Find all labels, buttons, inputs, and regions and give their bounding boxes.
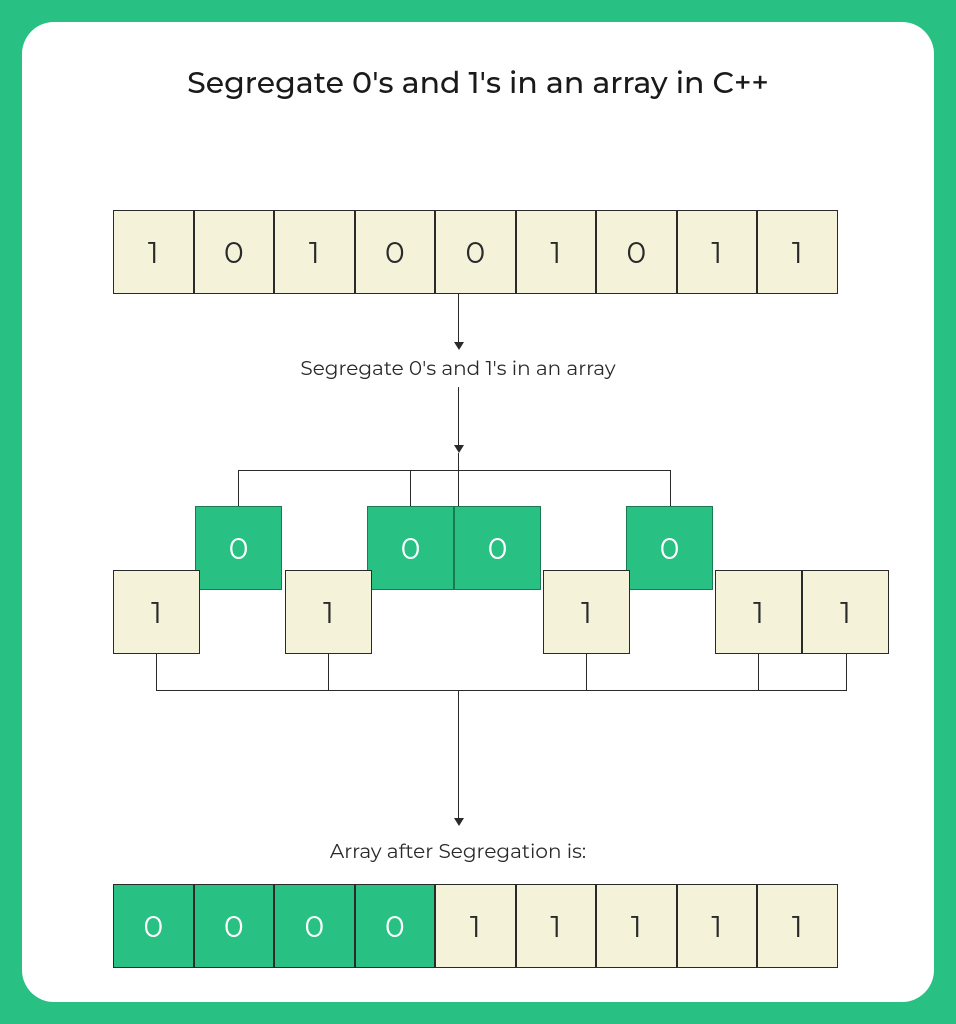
array-cell: 0	[435, 210, 516, 294]
array-cell: 1	[757, 884, 838, 968]
array-cell: 0	[355, 884, 436, 968]
connector-line	[758, 654, 759, 690]
input-array: 1 0 1 0 0 1 0 1 1	[113, 210, 838, 294]
arrow-down-icon	[454, 445, 464, 453]
arrow-down-icon	[454, 342, 464, 350]
connector-line	[328, 654, 329, 690]
connector-line	[238, 470, 239, 506]
step-label: Segregate 0's and 1's in an array	[258, 357, 658, 381]
placeholder-cell	[372, 570, 543, 654]
output-array: 0 0 0 0 1 1 1 1 1	[113, 884, 838, 968]
page-title: Segregate 0's and 1's in an array in C++	[22, 22, 934, 101]
ones-row: 1 1 1 1 1	[113, 570, 889, 654]
array-cell: 1	[113, 210, 194, 294]
connector-line	[238, 470, 670, 471]
array-cell: 1	[677, 884, 758, 968]
array-cell: 0	[113, 884, 194, 968]
array-cell: 1	[516, 884, 597, 968]
placeholder-cell	[630, 570, 715, 654]
connector-line	[410, 470, 411, 506]
array-cell-one: 1	[113, 570, 200, 654]
arrow-line	[458, 387, 459, 447]
array-cell: 0	[194, 884, 275, 968]
array-cell: 0	[355, 210, 436, 294]
array-cell-one: 1	[802, 570, 889, 654]
connector-line	[586, 654, 587, 690]
connector-line	[458, 453, 459, 506]
output-label: Array after Segregation is:	[258, 840, 658, 864]
placeholder-cell	[200, 570, 285, 654]
array-cell-one: 1	[543, 570, 630, 654]
array-cell-one: 1	[715, 570, 802, 654]
arrow-line	[458, 294, 459, 344]
array-cell: 1	[757, 210, 838, 294]
array-cell: 1	[596, 884, 677, 968]
diagram-card: Segregate 0's and 1's in an array in C++…	[22, 22, 934, 1002]
connector-line	[156, 690, 847, 691]
arrow-down-icon	[454, 818, 464, 826]
connector-line	[846, 654, 847, 690]
array-cell: 1	[516, 210, 597, 294]
array-cell: 0	[194, 210, 275, 294]
array-cell: 1	[677, 210, 758, 294]
array-cell: 0	[596, 210, 677, 294]
array-cell: 0	[274, 884, 355, 968]
array-cell: 1	[435, 884, 516, 968]
connector-line	[670, 470, 671, 506]
arrow-line	[458, 690, 459, 820]
array-cell-one: 1	[285, 570, 372, 654]
connector-line	[156, 654, 157, 690]
array-cell: 1	[274, 210, 355, 294]
